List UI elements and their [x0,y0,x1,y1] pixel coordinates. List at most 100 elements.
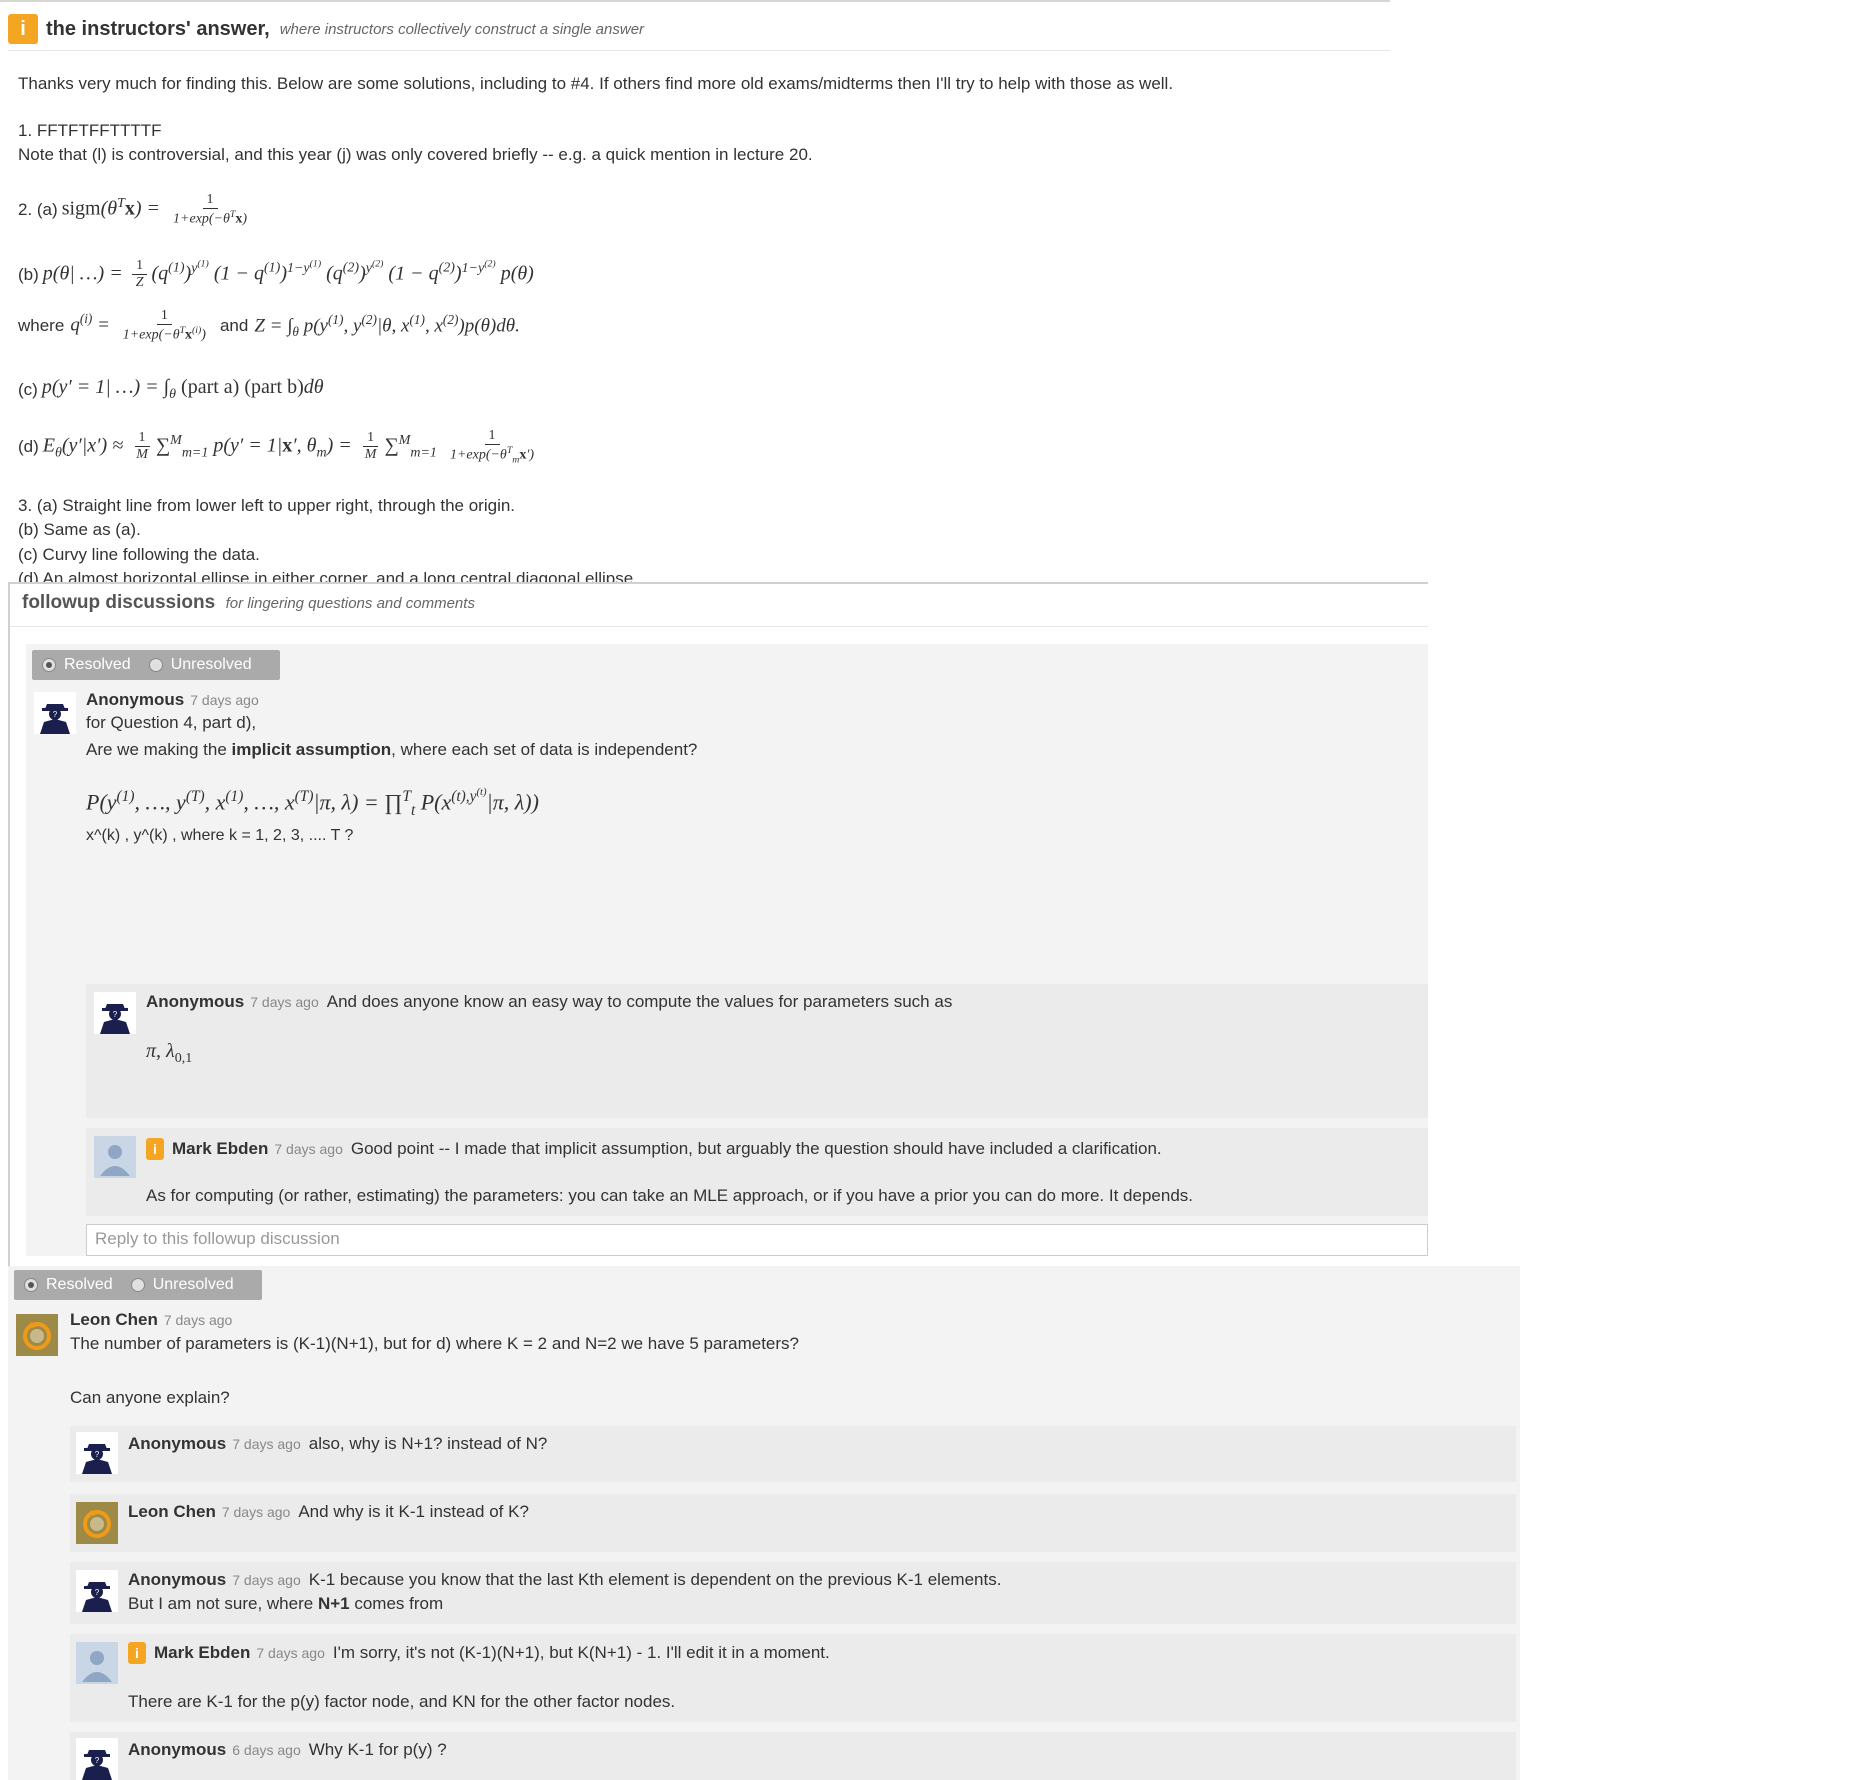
joint-probability-formula: P(y(1), …, y(T), x(1), …, x(T)|π, λ) = ∏… [86,786,539,819]
z-formula: Z = ∫θ p(y(1), y(2)|θ, x(1), x(2))p(θ)dθ… [254,311,520,339]
reply-line: Anonymous 7 days ago K-1 because you know … [128,1570,1001,1590]
post-time: 7 days ago [163,1312,233,1328]
reply-author: Leon Chen [128,1502,216,1521]
reply-time: 7 days ago [232,1436,301,1452]
leon-chen-avatar [76,1502,118,1544]
post-time: 7 days ago [190,692,259,708]
reply-text: Good point -- I made that implicit assum… [350,1139,1162,1158]
answer-q2b-label: (b) [18,264,39,284]
user-avatar [94,1136,136,1178]
instructors-answer-panel: i the instructors' answer, where instruc… [0,0,1390,584]
reply-author: Anonymous [128,1434,227,1453]
reply-time: 7 days ago [256,1645,325,1661]
unresolved-option[interactable]: Unresolved [148,656,252,674]
answer-q2a-label: 2. (a) [18,199,58,219]
text-segment: But I am not sure, where [128,1594,314,1613]
reply-input[interactable]: Reply to this followup discussion [86,1224,1428,1256]
reply-time: 7 days ago [232,1572,301,1588]
post-text-line: The number of parameters is (K-1)(N+1), … [70,1334,799,1353]
reply: Anonymous 6 days ago Why K-1 for p(y) ? [70,1732,1516,1780]
reply-text: As for computing (or rather, estimating)… [146,1186,1193,1205]
reply: i Mark Ebden 7 days ago Good point -- I ma… [86,1128,1428,1216]
reply-time: 7 days ago [221,1504,291,1520]
reply-text: And does anyone know an easy way to comp… [326,992,953,1011]
post-text-line: Can anyone explain? [70,1388,230,1407]
resolved-option[interactable]: Resolved [42,656,131,674]
posterior-formula: p(θ| …) = 1 Z (q(1))y(1) (1 − q(1))1−y(1) … [42,258,534,291]
reply-line: i Mark Ebden 7 days ago I'm sorry, it's no… [128,1642,830,1664]
reply-line: Anonymous 7 days ago And does anyone know … [146,992,952,1012]
answer-q2d: (d) Eθ(y′|x′) ≈ 1 M ∑Mm=1 p(y′ = 1|x′, θm)… [18,428,542,466]
resolve-toggle: Resolved Unresolved [32,650,280,680]
post-text-line: x^(k) , y^(k) , where k = 1, 2, 3, .... … [86,827,354,844]
anonymous-avatar [34,692,76,734]
post-author: Anonymous [86,690,185,709]
reply-text-line: But I am not sure, where N+1 comes from [128,1594,443,1614]
anonymous-avatar [76,1432,118,1474]
reply: i Mark Ebden 7 days ago I'm sorry, it's no… [70,1634,1516,1722]
reply-line: Leon Chen 7 days ago And why is it K-1 ins… [128,1502,529,1522]
post-text-line: Are we making the implicit assumption, w… [86,740,697,760]
post-meta: Leon Chen 7 days ago [70,1310,240,1330]
anonymous-avatar [76,1738,118,1780]
instructors-answer-subtitle: where instructors collectively construct… [279,20,645,38]
text-segment: Are we making the [86,740,227,759]
divider [8,50,1390,51]
unresolved-radio[interactable] [148,658,163,672]
instructor-info-icon: i [8,14,38,44]
resolved-radio[interactable] [24,1278,38,1292]
reply: Anonymous 7 days ago K-1 because you know … [70,1562,1516,1624]
reply-text: also, why is N+1? instead of N? [308,1434,548,1453]
resolve-toggle: Resolved Unresolved [14,1270,262,1300]
reply-text: There are K-1 for the p(y) factor node, … [128,1692,676,1711]
unresolved-label: Unresolved [152,1276,234,1293]
leon-chen-avatar [16,1314,58,1356]
unresolved-radio[interactable] [130,1278,145,1292]
unresolved-option[interactable]: Unresolved [130,1276,234,1294]
post-meta: Anonymous 7 days ago [86,690,267,710]
followup-thread: Resolved Unresolved Anonymous 7 days ago … [26,644,1428,1256]
parameter-symbols: π, λ0,1 [146,1040,193,1066]
user-avatar [76,1642,118,1684]
bold-text: N+1 [317,1594,350,1613]
post-text-line: for Question 4, part d), [86,713,257,732]
answer-q2b: (b) p(θ| …) = 1 Z (q(1))y(1) (1 − q(1))1−y… [18,258,534,291]
text-segment: , where each set of data is independent? [391,740,698,759]
followup-header: followup discussions for lingering quest… [22,592,475,614]
unresolved-label: Unresolved [170,656,252,673]
reply-author: Anonymous [128,1570,227,1589]
reply-author: Mark Ebden [154,1643,251,1662]
followup-title: followup discussions [22,592,216,613]
reply: Anonymous 7 days ago And does anyone know … [86,984,1428,1118]
answer-q2d-label: (d) [18,436,39,456]
reply-text: I'm sorry, it's not (K-1)(N+1), but K(N+… [332,1643,830,1662]
answer-q2b-where: where q(i) = 1 1+exp(−θTx(i)) and Z = ∫θ … [18,308,520,344]
q-formula: q(i) = 1 1+exp(−θTx(i)) [70,308,206,343]
divider [10,626,1428,627]
text-segment: comes from [354,1594,444,1613]
reply-text: And why is it K-1 instead of K? [298,1502,529,1521]
post-author: Leon Chen [70,1310,158,1329]
instructors-answer-header: i the instructors' answer, where instruc… [8,10,644,48]
reply-time: 7 days ago [274,1141,343,1157]
followup-thread: Resolved Unresolved Leon Chen 7 days ago … [8,1266,1520,1780]
resolved-radio[interactable] [42,658,56,672]
answer-q1-note: Note that (l) is controversial, and this… [18,145,813,164]
bold-text: implicit assumption [231,740,392,759]
reply-author: Anonymous [146,992,245,1011]
reply-text: K-1 because you know that the last Kth e… [308,1570,1002,1589]
resolved-label: Resolved [46,1276,113,1293]
reply-line: Anonymous 7 days ago also, why is N+1? ins… [128,1434,547,1454]
answer-q3b: (b) Same as (a). [18,520,141,539]
reply-line: i Mark Ebden 7 days ago Good point -- I ma… [146,1138,1162,1160]
reply-time: 6 days ago [232,1742,301,1758]
anonymous-avatar [94,992,136,1034]
anonymous-avatar [76,1570,118,1612]
instructor-badge-icon: i [128,1642,146,1664]
instructors-answer-title: the instructors' answer, [46,17,270,40]
resolved-option[interactable]: Resolved [24,1276,113,1294]
reply-line: Anonymous 6 days ago Why K-1 for p(y) ? [128,1740,447,1760]
followup-subtitle: for lingering questions and comments [225,595,475,612]
reply-author: Mark Ebden [172,1139,269,1158]
reply: Anonymous 7 days ago also, why is N+1? ins… [70,1426,1516,1482]
